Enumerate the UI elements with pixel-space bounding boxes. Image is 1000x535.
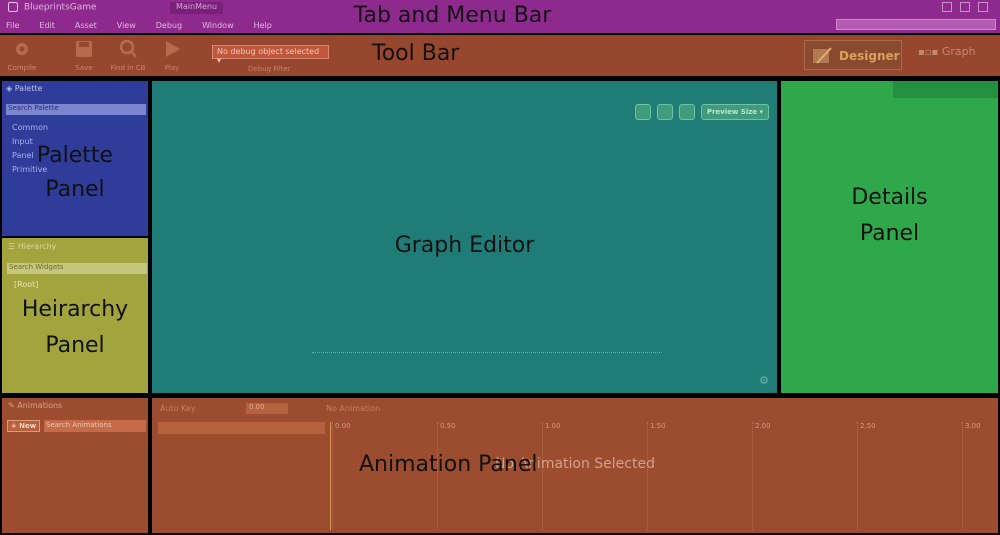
compile-button[interactable]: Compile [4, 38, 40, 74]
find-in-cb-label: Find in CB [110, 64, 146, 72]
animation-timeline-panel: Auto Key 0.00 No Animation 0.00 0.50 1.0… [152, 398, 998, 533]
close-icon[interactable] [978, 2, 988, 12]
palette-item-common[interactable]: Common [12, 121, 48, 135]
compile-label: Compile [7, 64, 37, 72]
preview-size-label: Preview Size [706, 108, 758, 116]
hierarchy-search-placeholder: Search Widgets [9, 263, 64, 271]
hierarchy-icon: ☰ [8, 242, 16, 251]
graph-mode-button[interactable]: ▪▫▪ Graph [918, 45, 976, 58]
region-title-tabbar: Tab and Menu Bar [353, 3, 552, 28]
hierarchy-header-label: Hierarchy [17, 242, 57, 251]
timeline-tick: 2.00 [752, 422, 771, 530]
graph-editor-controls: Preview Size ▾ [634, 104, 769, 120]
global-search-input[interactable] [836, 19, 996, 30]
region-title-palette-line1: Palette [36, 143, 114, 168]
play-icon [166, 41, 180, 57]
debug-filter-label: Debug Filter [248, 65, 291, 73]
region-title-hierarchy: Heirarchy Panel [2, 292, 148, 364]
chevron-down-icon: ▾ [217, 56, 222, 65]
hierarchy-header: ☰ Hierarchy [8, 242, 56, 251]
no-animation-selected-message: No Animation Selected [494, 456, 655, 472]
animations-header-label: Animations [17, 401, 63, 410]
timeline-tick: 1.50 [647, 422, 666, 530]
details-header-bar [893, 81, 998, 98]
minimize-icon[interactable] [942, 2, 952, 12]
hierarchy-root-node[interactable]: [Root] [14, 280, 38, 289]
palette-panel: ◈ Palette Search Palette Common Input Pa… [2, 81, 148, 236]
animations-icon: ✎ [8, 401, 15, 410]
canvas-guide-line [312, 352, 662, 353]
timeline-tick: 1.00 [542, 422, 561, 530]
preview-size-dropdown[interactable]: Preview Size ▾ [700, 104, 769, 120]
region-title-hierarchy-line2: Panel [45, 333, 105, 358]
palette-header: ◈ Palette [6, 84, 42, 93]
tab-and-menu-bar: BlueprintsGame MainMenu File Edit Asset … [0, 0, 1000, 33]
zoom-fit-icon[interactable] [678, 104, 695, 120]
timeline-tick: 3.00 [962, 422, 981, 530]
gear-compile-icon [16, 43, 28, 55]
region-title-details: Details Panel [781, 180, 998, 252]
find-in-content-browser-icon [119, 39, 137, 58]
gear-icon[interactable]: ⚙ [759, 374, 769, 387]
region-title-palette-line2: Panel [45, 177, 105, 202]
graph-label: Graph [941, 45, 976, 58]
designer-label: Designer [839, 49, 900, 63]
graph-editor-panel[interactable]: Preview Size ▾ Graph Editor ⚙ [152, 81, 777, 393]
details-panel: Details Panel [781, 81, 998, 393]
save-label: Save [75, 64, 93, 72]
debug-select-value: No debug object selected [217, 47, 320, 56]
palette-search-input[interactable]: Search Palette [6, 104, 146, 115]
auto-key-toggle[interactable]: Auto Key [160, 404, 196, 413]
palette-icon: ◈ [6, 84, 13, 93]
palette-header-label: Palette [14, 84, 43, 93]
fill-screen-icon[interactable] [656, 104, 673, 120]
region-title-details-line1: Details [851, 185, 928, 210]
play-label: Play [164, 64, 180, 72]
no-animation-label: No Animation [326, 404, 381, 413]
window-controls [942, 2, 988, 12]
region-title-graph-editor: Graph Editor [394, 233, 535, 258]
region-title-details-line2: Panel [859, 221, 920, 246]
designer-brush-icon [813, 47, 832, 64]
designer-mode-button[interactable]: Designer [804, 40, 902, 70]
track-search-input[interactable] [158, 422, 325, 434]
screen-size-icon[interactable] [634, 104, 651, 120]
debug-object-select[interactable]: No debug object selected ▾ [212, 45, 329, 65]
graph-mode-icon: ▪▫▪ [918, 47, 939, 58]
tool-bar: Compile Save Find in CB Play No debug ob… [0, 35, 1000, 76]
region-title-toolbar: Tool Bar [372, 41, 460, 66]
region-title-hierarchy-line1: Heirarchy [21, 297, 129, 322]
region-title-animation: Animation Panel [359, 452, 538, 477]
animations-list-panel: ✎ Animations + New Search Animations [2, 398, 148, 533]
animations-search-placeholder: Search Animations [46, 421, 112, 429]
scrubber-line[interactable] [330, 422, 331, 530]
save-icon [76, 41, 92, 57]
animations-search-input[interactable]: Search Animations [44, 420, 146, 432]
region-title-palette: Palette Panel [2, 139, 148, 207]
animations-header: ✎ Animations [8, 401, 62, 410]
new-animation-button[interactable]: + New [7, 420, 40, 432]
find-in-cb-button[interactable]: Find in CB [110, 38, 146, 74]
save-button[interactable]: Save [66, 38, 102, 74]
time-value-field[interactable]: 0.00 [246, 403, 288, 414]
timeline-tick: 2.50 [857, 422, 876, 530]
play-button[interactable]: Play [154, 38, 190, 74]
maximize-icon[interactable] [960, 2, 970, 12]
palette-search-placeholder: Search Palette [8, 104, 59, 112]
hierarchy-search-input[interactable]: Search Widgets [7, 263, 147, 274]
timeline-tick: 0.00 [332, 422, 351, 530]
hierarchy-panel: ☰ Hierarchy Search Widgets [Root] Heirar… [2, 238, 148, 393]
